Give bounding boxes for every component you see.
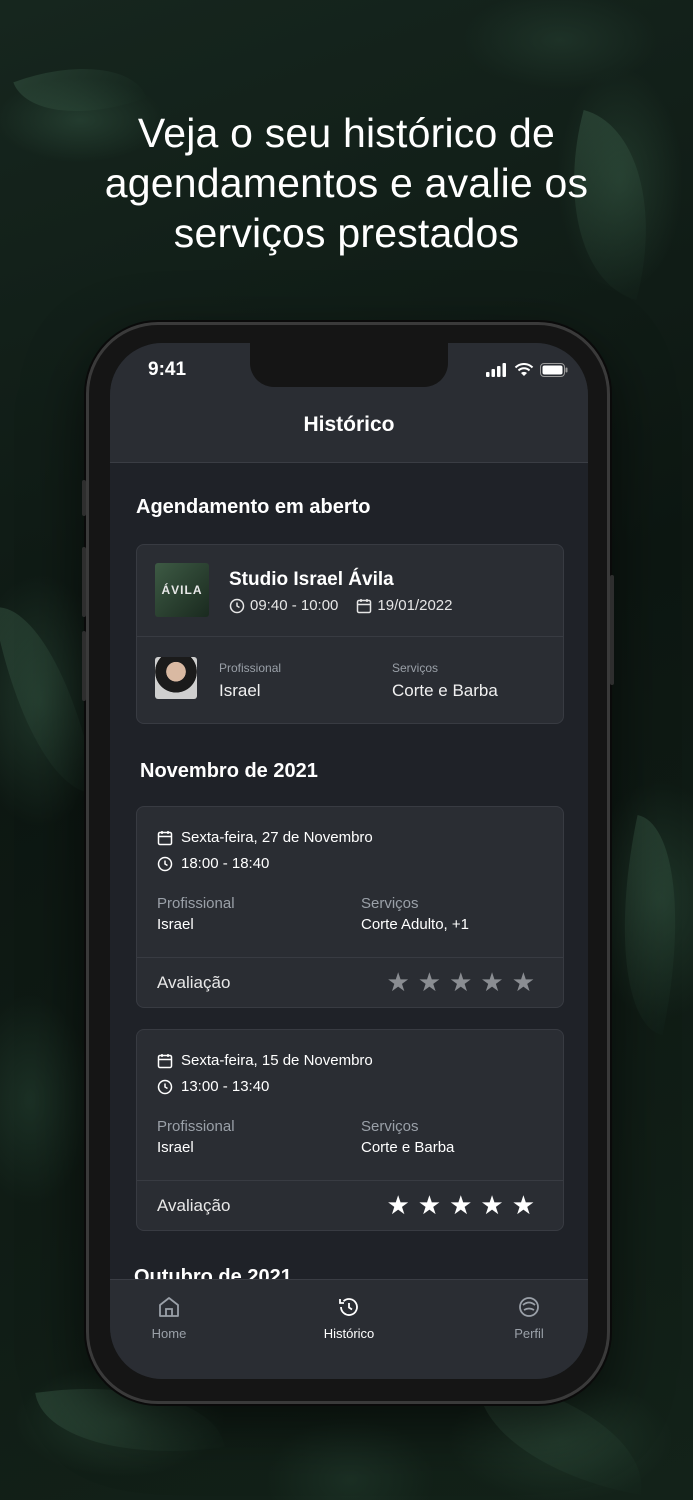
promo-headline-line: serviços prestados (173, 210, 520, 256)
history-card[interactable]: Sexta-feira, 15 de Novembro 13:00 - 13:4… (136, 1029, 564, 1231)
calendar-icon (157, 1053, 173, 1068)
professional-label: Profissional (157, 1118, 235, 1135)
phone-volume-up-button (82, 547, 86, 617)
phone-notch (250, 343, 448, 387)
services-value: Corte e Barba (392, 681, 498, 700)
phone-mute-switch (82, 480, 86, 516)
bottom-tab-bar: Home Histórico Perfil (110, 1279, 588, 1379)
services-label: Serviços (361, 1118, 419, 1135)
calendar-icon (357, 598, 372, 613)
card-divider (137, 1180, 563, 1181)
rating-star-icon[interactable]: ★ (512, 969, 535, 995)
promo-headline-line: agendamentos e avalie os (104, 160, 589, 206)
history-time-row: 13:00 - 13:40 (157, 1078, 269, 1095)
history-date-row: Sexta-feira, 15 de Novembro (157, 1052, 373, 1069)
tab-history[interactable]: Histórico (304, 1294, 394, 1341)
history-time: 18:00 - 18:40 (181, 855, 270, 872)
history-date: Sexta-feira, 27 de Novembro (181, 829, 373, 846)
rating-star-icon[interactable]: ★ (386, 1192, 409, 1218)
history-date: Sexta-feira, 15 de Novembro (181, 1052, 373, 1069)
open-appointment-date: 19/01/2022 (377, 597, 453, 614)
clock-icon (157, 1079, 173, 1094)
wifi-icon (514, 363, 534, 376)
open-appointment-schedule: 09:40 - 10:00 19/01/2022 (229, 597, 452, 614)
studio-logo: ÁVILA (155, 563, 209, 617)
professional-label: Profissional (219, 661, 282, 675)
status-icons (486, 363, 568, 377)
clock-icon (157, 856, 173, 871)
screen-header: Histórico (110, 403, 588, 463)
app-screen: 9:41 Histórico Agendamento em aberto ÁVI… (110, 343, 588, 1379)
professional-name: Israel (157, 916, 194, 933)
rating-star-icon[interactable]: ★ (418, 969, 441, 995)
services-value: Corte Adulto, +1 (361, 916, 469, 933)
open-appointment-studio: ÁVILA Studio Israel Ávila 09:40 - 10:00 (137, 545, 563, 637)
professional-name: Israel (157, 1139, 194, 1156)
open-appointment-details: Profissional Israel Serviços Corte e Bar… (137, 637, 563, 723)
tab-profile-label: Perfil (514, 1326, 544, 1341)
phone-volume-down-button (82, 631, 86, 701)
month-heading: Outubro de 2021 (134, 1266, 292, 1279)
status-time: 9:41 (148, 359, 187, 380)
rating-star-icon[interactable]: ★ (449, 969, 472, 995)
barber-profile-icon (519, 1297, 539, 1317)
studio-name: Studio Israel Ávila (229, 569, 394, 590)
professional-label: Profissional (157, 895, 235, 912)
open-appointment-time: 09:40 - 10:00 (250, 597, 339, 614)
open-appointment-card[interactable]: ÁVILA Studio Israel Ávila 09:40 - 10:00 (136, 544, 564, 724)
calendar-icon (157, 830, 173, 845)
professional-name: Israel (219, 681, 261, 700)
promo-headline-line: Veja o seu histórico de (137, 110, 556, 156)
rating-label: Avaliação (157, 973, 231, 992)
month-heading: Novembro de 2021 (140, 760, 318, 782)
rating-star-icon[interactable]: ★ (512, 1192, 535, 1218)
services-value: Corte e Barba (361, 1139, 455, 1156)
tab-profile[interactable]: Perfil (484, 1294, 574, 1341)
phone-frame: 9:41 Histórico Agendamento em aberto ÁVI… (82, 322, 614, 1404)
professional-avatar (155, 657, 197, 699)
history-icon (339, 1298, 358, 1316)
tab-history-label: Histórico (323, 1326, 375, 1341)
tab-home[interactable]: Home (124, 1294, 214, 1341)
signal-icon (486, 363, 506, 377)
history-time: 13:00 - 13:40 (181, 1078, 270, 1095)
rating-star-icon[interactable]: ★ (386, 969, 409, 995)
rating-stars: ★ ★ ★ ★ ★ (386, 1192, 535, 1218)
rating-label: Avaliação (157, 1196, 231, 1215)
services-label: Serviços (392, 661, 439, 675)
rating-stars: ★ ★ ★ ★ ★ (386, 969, 535, 995)
history-card[interactable]: Sexta-feira, 27 de Novembro 18:00 - 18:4… (136, 806, 564, 1008)
promo-headline: Veja o seu histórico de agendamentos e a… (0, 108, 693, 258)
history-date-row: Sexta-feira, 27 de Novembro (157, 829, 373, 846)
clock-icon (229, 598, 245, 613)
phone-power-button (610, 575, 614, 685)
rating-star-icon[interactable]: ★ (418, 1192, 441, 1218)
rating-star-icon[interactable]: ★ (480, 969, 503, 995)
home-icon (159, 1297, 179, 1317)
card-divider (137, 957, 563, 958)
tab-home-label: Home (151, 1326, 187, 1341)
history-time-row: 18:00 - 18:40 (157, 855, 269, 872)
rating-star-icon[interactable]: ★ (449, 1192, 472, 1218)
services-label: Serviços (361, 895, 419, 912)
rating-star-icon[interactable]: ★ (480, 1192, 503, 1218)
open-appointment-heading: Agendamento em aberto (136, 496, 371, 518)
battery-icon (540, 363, 568, 377)
page-title: Histórico (303, 413, 395, 436)
history-scroll-area[interactable]: Agendamento em aberto ÁVILA Studio Israe… (110, 464, 588, 1279)
